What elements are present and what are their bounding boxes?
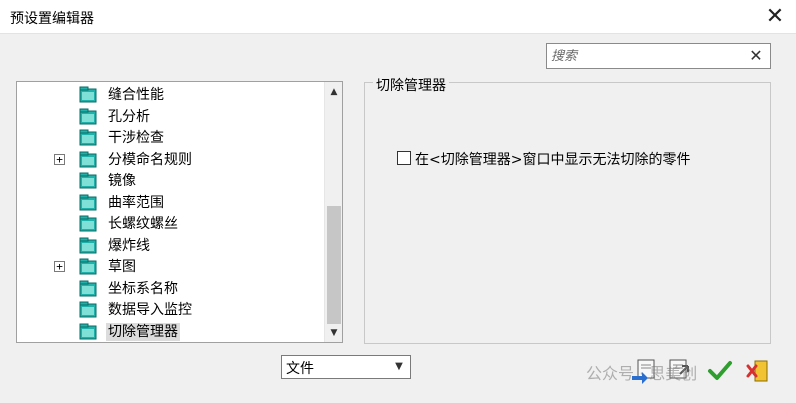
folder-icon [79, 280, 97, 297]
expand-icon[interactable]: + [54, 153, 65, 165]
folder-icon [79, 151, 97, 168]
tree-item[interactable]: 孔分析 [17, 106, 323, 128]
checkmark-icon [708, 361, 732, 380]
settings-group: 切除管理器 在<切除管理器>窗口中显示无法切除的零件 [364, 75, 771, 344]
folder-icon [79, 108, 97, 125]
search-input[interactable] [551, 46, 741, 66]
show-uncuttable-checkbox[interactable] [397, 151, 411, 165]
tree-item[interactable]: 干涉检查 [17, 127, 323, 149]
tree-item-label: 分模命名规则 [108, 151, 192, 168]
export-icon [669, 359, 689, 379]
tree-list: 缝合性能孔分析干涉检查 + 分模命名规则 镜像曲率范围长螺纹螺丝爆炸线 + 草图坐标系名称… [17, 84, 323, 342]
folder-icon [79, 215, 97, 232]
cancel-button[interactable] [740, 356, 776, 386]
tree-item-label: 数据导入监控 [108, 302, 192, 318]
ok-button[interactable] [702, 356, 738, 386]
folder-icon [79, 194, 97, 211]
group-title: 切除管理器 [373, 75, 449, 95]
tree-item-label: 孔分析 [108, 108, 150, 125]
scope-value: 文件 [286, 361, 314, 377]
tree-item[interactable]: 坐标系名称 [17, 278, 323, 300]
tree-item[interactable]: 爆炸线 [17, 235, 323, 257]
tree-scrollbar[interactable]: ▲ ▼ [324, 82, 342, 342]
tree-item-label: 缝合性能 [108, 87, 164, 103]
clear-search-icon[interactable]: ✕ [748, 46, 764, 66]
tree-item-label: 曲率范围 [108, 194, 164, 211]
tree-item[interactable]: + 分模命名规则 [17, 149, 323, 171]
export-button[interactable] [664, 356, 700, 386]
search-box[interactable]: ✕ [546, 43, 771, 69]
tree-item[interactable]: 数据导入监控 [17, 299, 323, 321]
title-bar: 预设置编辑器 ✕ [0, 0, 796, 34]
tree-item[interactable]: 曲率范围 [17, 192, 323, 214]
scroll-up-icon[interactable]: ▲ [325, 84, 343, 100]
tree-item-label: 草图 [108, 259, 136, 275]
show-uncuttable-label: 在<切除管理器>窗口中显示无法切除的零件 [415, 152, 691, 168]
tree-item[interactable]: 切除管理器 [17, 321, 323, 343]
tree-item[interactable]: 缝合性能 [17, 84, 323, 106]
tree-item[interactable]: + 草图 [17, 256, 323, 278]
tree-item-label: 切除管理器 [106, 322, 180, 341]
tree-item-label: 坐标系名称 [108, 280, 178, 297]
cancel-icon [746, 360, 768, 382]
import-icon [632, 359, 655, 384]
tree-item[interactable]: 长螺纹螺丝 [17, 213, 323, 235]
expand-icon[interactable]: + [54, 261, 65, 272]
tree-item-label: 镜像 [108, 173, 136, 189]
window-title: 预设置编辑器 [10, 11, 94, 27]
folder-icon [79, 129, 97, 146]
scroll-thumb[interactable] [327, 206, 341, 324]
tree-item-label: 爆炸线 [108, 237, 150, 254]
folder-icon [79, 301, 97, 318]
folder-icon [79, 172, 97, 189]
folder-icon [79, 323, 97, 340]
scope-dropdown[interactable]: 文件 ▼ [281, 355, 411, 379]
folder-icon [79, 86, 97, 103]
tree-item-label: 长螺纹螺丝 [108, 216, 178, 232]
tree-item[interactable]: 镜像 [17, 170, 323, 192]
folder-icon [79, 237, 97, 254]
tree-item-label: 干涉检查 [108, 130, 164, 146]
scroll-down-icon[interactable]: ▼ [325, 325, 343, 341]
chevron-down-icon[interactable]: ▼ [388, 356, 410, 378]
preferences-tree[interactable]: 缝合性能孔分析干涉检查 + 分模命名规则 镜像曲率范围长螺纹螺丝爆炸线 + 草图坐标系名称… [16, 81, 343, 343]
folder-icon [79, 258, 97, 275]
close-icon[interactable]: ✕ [762, 4, 788, 30]
import-button[interactable] [626, 356, 662, 386]
